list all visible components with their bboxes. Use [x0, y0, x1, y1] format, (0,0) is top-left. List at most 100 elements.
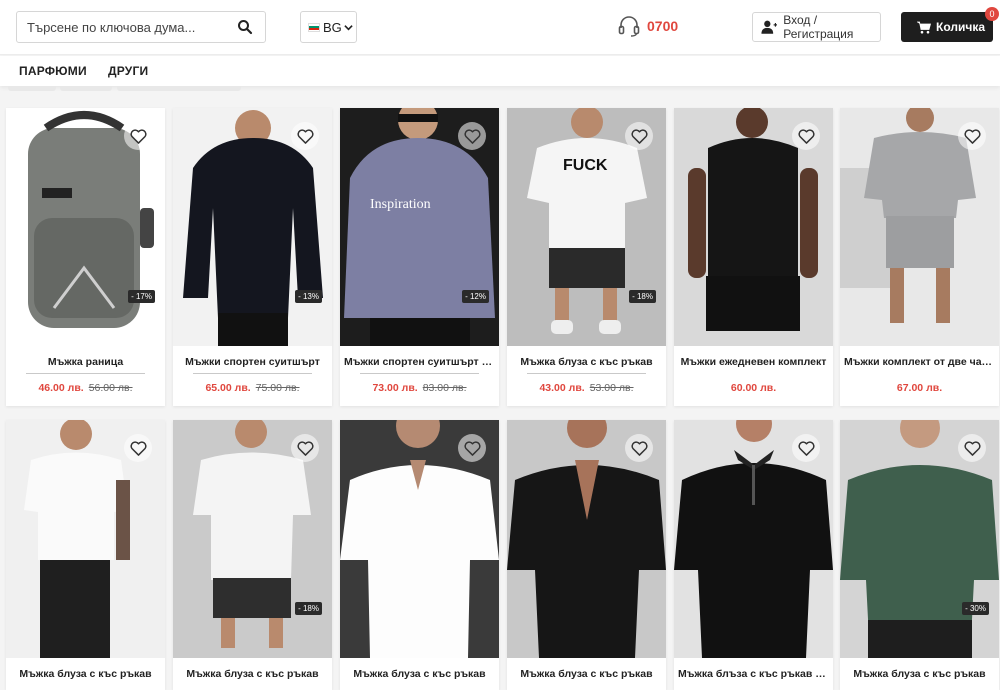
nav-item-perfumes[interactable]: ПАРФЮМИ [19, 64, 87, 78]
product-title[interactable]: Мъжка блъза с къс ръкав и ... [678, 668, 829, 680]
product-title[interactable]: Мъжка блуза с къс ръкав [511, 356, 662, 368]
filter-chip[interactable] [117, 86, 241, 91]
main-nav: ПАРФЮМИ ДРУГИ [0, 56, 1000, 86]
cart-icon [917, 21, 931, 33]
discount-badge: - 12% [462, 290, 489, 303]
divider [26, 373, 145, 374]
favorite-button[interactable] [792, 122, 820, 150]
product-title[interactable]: Мъжки комплект от две части [844, 356, 995, 368]
heart-icon [963, 128, 981, 144]
cart-button[interactable]: Количка [901, 12, 993, 42]
heart-icon [129, 440, 147, 456]
product-prices: 67.00 лв. [840, 382, 999, 394]
heart-icon [797, 128, 815, 144]
product-title[interactable]: Мъжка блуза с къс ръкав [344, 668, 495, 680]
nav-item-other[interactable]: ДРУГИ [108, 64, 148, 78]
user-plus-icon [761, 20, 778, 34]
filter-chip[interactable] [60, 86, 112, 91]
product-title[interactable]: Мъжки ежедневен комплект [678, 356, 829, 368]
favorite-button[interactable] [958, 122, 986, 150]
divider [360, 373, 479, 374]
search-box [16, 11, 266, 43]
headset-icon [618, 16, 640, 37]
product-card[interactable]: - 13% Мъжки спортен суитшърт 65.00 лв. 75.0… [173, 108, 332, 406]
product-price: 73.00 лв. [372, 382, 418, 394]
search-input[interactable] [27, 12, 232, 42]
svg-text:Inspiration: Inspiration [370, 197, 431, 212]
heart-icon [630, 128, 648, 144]
product-card[interactable]: Мъжка блъза с къс ръкав и ... [674, 420, 833, 690]
phone-number: 0700 [647, 18, 679, 34]
chevron-down-icon [344, 24, 353, 30]
product-prices: 43.00 лв. 53.00 лв. [507, 382, 666, 394]
product-card[interactable]: - 18% Мъжка блуза с къс ръкав [173, 420, 332, 690]
product-old-price: 83.00 лв. [422, 382, 467, 394]
favorite-button[interactable] [124, 122, 152, 150]
favorite-button[interactable] [958, 434, 986, 462]
product-title[interactable]: Мъжка блуза с къс ръкав [511, 668, 662, 680]
heart-icon [797, 440, 815, 456]
favorite-button[interactable] [625, 434, 653, 462]
product-old-price: 56.00 лв. [88, 382, 133, 394]
product-title[interactable]: Мъжки спортен суитшърт с ... [344, 356, 495, 368]
product-price: 46.00 лв. [38, 382, 84, 394]
product-card[interactable]: Мъжки ежедневен комплект 60.00 лв. [674, 108, 833, 406]
login-label: Вход / Регистрация [783, 13, 854, 41]
language-code: BG [323, 19, 342, 35]
product-old-price: 75.00 лв. [255, 382, 300, 394]
heart-icon [296, 440, 314, 456]
phone-contact[interactable]: 0700 [617, 14, 678, 38]
favorite-button[interactable] [625, 122, 653, 150]
product-title[interactable]: Мъжка блуза с къс ръкав [10, 668, 161, 680]
heart-icon [296, 128, 314, 144]
favorite-button[interactable] [458, 434, 486, 462]
product-card[interactable]: Inspiration - 12% Мъжки спортен суитшърт с… [340, 108, 499, 406]
cart-label: Количка [936, 20, 986, 34]
product-price: 43.00 лв. [539, 382, 585, 394]
discount-badge: - 17% [128, 290, 155, 303]
product-card[interactable]: Мъжка блуза с къс ръкав [507, 420, 666, 690]
product-card[interactable]: - 17% Мъжка раница 46.00 лв. 56.00 лв. [6, 108, 165, 406]
svg-text:FUCK: FUCK [563, 157, 608, 174]
heart-icon [463, 440, 481, 456]
favorite-button[interactable] [792, 434, 820, 462]
favorite-button[interactable] [291, 122, 319, 150]
product-title[interactable]: Мъжка раница [10, 356, 161, 368]
login-register-button[interactable]: Вход / Регистрация [752, 12, 881, 42]
favorite-button[interactable] [458, 122, 486, 150]
discount-badge: - 18% [629, 290, 656, 303]
heart-icon [630, 440, 648, 456]
product-old-price: 53.00 лв. [589, 382, 634, 394]
product-prices: 73.00 лв. 83.00 лв. [340, 382, 499, 394]
product-title[interactable]: Мъжки спортен суитшърт [177, 356, 328, 368]
product-card[interactable]: Мъжка блуза с къс ръкав [6, 420, 165, 690]
product-prices: 46.00 лв. 56.00 лв. [6, 382, 165, 394]
product-price: 60.00 лв. [730, 382, 777, 394]
discount-badge: - 13% [295, 290, 322, 303]
heart-icon [963, 440, 981, 456]
product-card[interactable]: FUCK - 18% Мъжка блуза с къс ръкав 43.00 лв… [507, 108, 666, 406]
heart-icon [129, 128, 147, 144]
bulgaria-flag-icon [308, 22, 320, 32]
product-prices: 60.00 лв. [674, 382, 833, 394]
heart-icon [463, 128, 481, 144]
product-prices: 65.00 лв. 75.00 лв. [173, 382, 332, 394]
product-price: 65.00 лв. [205, 382, 251, 394]
product-card[interactable]: Мъжки комплект от две части 67.00 лв. [840, 108, 999, 406]
product-title[interactable]: Мъжка блуза с къс ръкав [844, 668, 995, 680]
language-selector[interactable]: BG [300, 11, 357, 43]
product-title[interactable]: Мъжка блуза с къс ръкав [177, 668, 328, 680]
product-card[interactable]: Мъжка блуза с къс ръкав [340, 420, 499, 690]
site-header: BG 0700 Вход / Регистрация Количка 0 [0, 0, 1000, 55]
cart-count-badge: 0 [985, 7, 999, 21]
favorite-button[interactable] [124, 434, 152, 462]
discount-badge: - 18% [295, 602, 322, 615]
divider [193, 373, 312, 374]
divider [527, 373, 646, 374]
filter-chip[interactable] [8, 86, 56, 91]
favorite-button[interactable] [291, 434, 319, 462]
product-card[interactable]: - 30% Мъжка блуза с къс ръкав [840, 420, 999, 690]
search-icon[interactable] [237, 19, 253, 35]
discount-badge: - 30% [962, 602, 989, 615]
product-price: 67.00 лв. [896, 382, 943, 394]
